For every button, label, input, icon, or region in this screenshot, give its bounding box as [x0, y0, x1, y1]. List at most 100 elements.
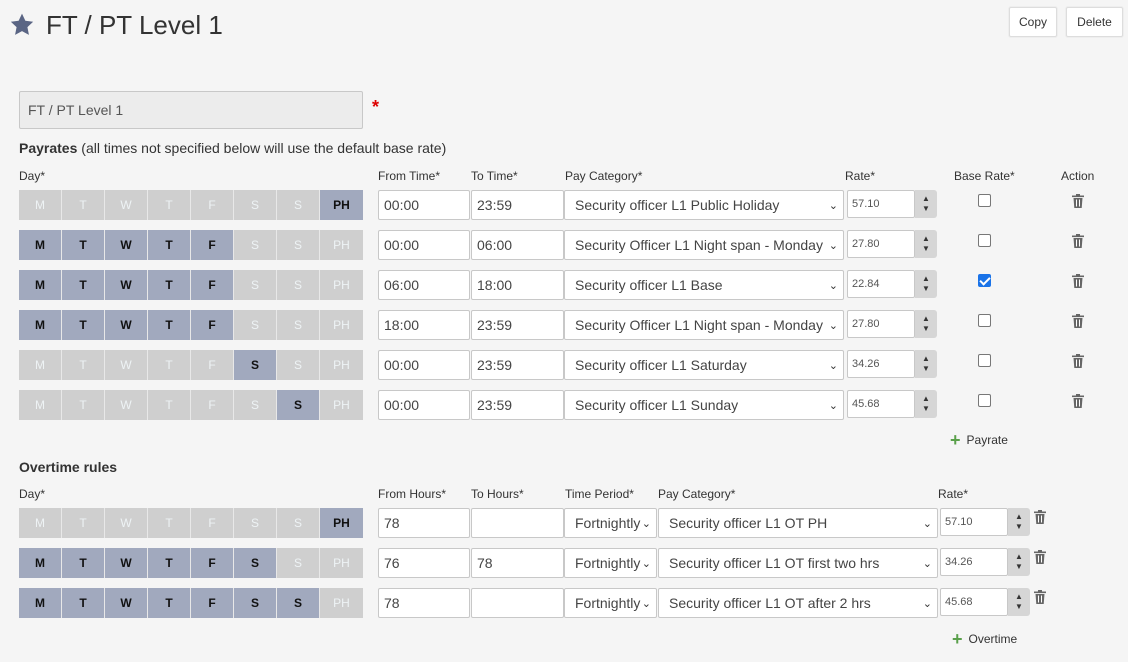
rate-stepper-icon[interactable]: ▲ ▼ — [915, 190, 937, 218]
time-period-select[interactable]: Fortnightly ⌄ — [564, 508, 657, 538]
day-toggle[interactable]: M — [19, 190, 62, 220]
day-toggle[interactable]: W — [105, 588, 148, 618]
to-time-input[interactable] — [471, 190, 564, 220]
day-toggle[interactable]: S — [277, 230, 320, 260]
pay-category-select[interactable]: Security officer L1 Public Holiday ⌄ — [564, 190, 844, 220]
day-toggle[interactable]: T — [62, 588, 105, 618]
star-icon[interactable] — [9, 12, 35, 38]
to-time-input[interactable] — [471, 350, 564, 380]
day-toggle[interactable]: PH — [320, 270, 363, 300]
day-toggle[interactable]: T — [148, 190, 191, 220]
day-toggle[interactable]: T — [62, 390, 105, 420]
day-toggle[interactable]: S — [277, 350, 320, 380]
day-toggle[interactable]: F — [191, 230, 234, 260]
rate-stepper-icon[interactable]: ▲ ▼ — [1008, 548, 1030, 576]
day-toggle[interactable]: T — [62, 190, 105, 220]
trash-icon[interactable] — [1034, 510, 1046, 524]
rate-stepper-icon[interactable]: ▲ ▼ — [1008, 588, 1030, 616]
trash-icon[interactable] — [1072, 354, 1084, 368]
rate-input[interactable]: 34.26 — [940, 548, 1008, 576]
pay-category-select[interactable]: Security officer L1 Saturday ⌄ — [564, 350, 844, 380]
rate-input[interactable]: 27.80 — [847, 310, 915, 338]
pay-category-select[interactable]: Security officer L1 Base ⌄ — [564, 270, 844, 300]
day-toggle[interactable]: S — [234, 588, 277, 618]
from-time-input[interactable] — [378, 310, 470, 340]
day-toggle[interactable]: PH — [320, 508, 363, 538]
day-toggle[interactable]: PH — [320, 230, 363, 260]
add-overtime-link[interactable]: + Overtime — [952, 630, 1017, 648]
to-time-input[interactable] — [471, 230, 564, 260]
base-rate-checkbox[interactable] — [978, 234, 991, 247]
day-toggle[interactable]: PH — [320, 390, 363, 420]
rate-stepper-icon[interactable]: ▲ ▼ — [915, 230, 937, 258]
trash-icon[interactable] — [1072, 394, 1084, 408]
from-hours-input[interactable] — [378, 548, 470, 578]
day-toggle[interactable]: T — [148, 310, 191, 340]
day-toggle[interactable]: S — [234, 390, 277, 420]
pay-category-select[interactable]: Security officer L1 OT PH ⌄ — [658, 508, 938, 538]
time-period-select[interactable]: Fortnightly ⌄ — [564, 548, 657, 578]
day-toggle[interactable]: PH — [320, 548, 363, 578]
day-toggle[interactable]: S — [277, 508, 320, 538]
day-toggle[interactable]: M — [19, 310, 62, 340]
day-toggle[interactable]: W — [105, 508, 148, 538]
day-toggle[interactable]: S — [234, 548, 277, 578]
day-toggle[interactable]: S — [277, 190, 320, 220]
day-toggle[interactable]: M — [19, 230, 62, 260]
day-toggle[interactable]: S — [277, 548, 320, 578]
day-toggle[interactable]: T — [148, 508, 191, 538]
day-toggle[interactable]: S — [234, 270, 277, 300]
rate-input[interactable]: 45.68 — [847, 390, 915, 418]
base-rate-checkbox[interactable] — [978, 354, 991, 367]
day-toggle[interactable]: W — [105, 190, 148, 220]
day-toggle[interactable]: F — [191, 350, 234, 380]
day-toggle[interactable]: F — [191, 548, 234, 578]
day-toggle[interactable]: S — [234, 310, 277, 340]
day-toggle[interactable]: S — [234, 230, 277, 260]
trash-icon[interactable] — [1072, 234, 1084, 248]
day-toggle[interactable]: T — [62, 548, 105, 578]
from-time-input[interactable] — [378, 270, 470, 300]
pay-category-select[interactable]: Security officer L1 Sunday ⌄ — [564, 390, 844, 420]
pay-category-select[interactable]: Security Officer L1 Night span - Monday ⌄ — [564, 310, 844, 340]
rate-stepper-icon[interactable]: ▲ ▼ — [915, 310, 937, 338]
day-toggle[interactable]: S — [277, 390, 320, 420]
day-toggle[interactable]: M — [19, 588, 62, 618]
time-period-select[interactable]: Fortnightly ⌄ — [564, 588, 657, 618]
day-toggle[interactable]: W — [105, 270, 148, 300]
day-toggle[interactable]: T — [62, 508, 105, 538]
to-hours-input[interactable] — [471, 508, 564, 538]
rate-input[interactable]: 57.10 — [847, 190, 915, 218]
day-toggle[interactable]: PH — [320, 310, 363, 340]
day-toggle[interactable]: F — [191, 390, 234, 420]
rate-stepper-icon[interactable]: ▲ ▼ — [1008, 508, 1030, 536]
to-hours-input[interactable] — [471, 588, 564, 618]
day-toggle[interactable]: S — [277, 588, 320, 618]
day-toggle[interactable]: T — [148, 390, 191, 420]
day-toggle[interactable]: M — [19, 548, 62, 578]
delete-button[interactable]: Delete — [1066, 7, 1123, 37]
day-toggle[interactable]: PH — [320, 190, 363, 220]
day-toggle[interactable]: S — [234, 508, 277, 538]
to-hours-input[interactable] — [471, 548, 564, 578]
copy-button[interactable]: Copy — [1009, 7, 1057, 37]
day-toggle[interactable]: F — [191, 310, 234, 340]
rate-stepper-icon[interactable]: ▲ ▼ — [915, 350, 937, 378]
day-toggle[interactable]: W — [105, 548, 148, 578]
day-toggle[interactable]: PH — [320, 350, 363, 380]
day-toggle[interactable]: S — [234, 190, 277, 220]
day-toggle[interactable]: S — [234, 350, 277, 380]
rate-input[interactable]: 57.10 — [940, 508, 1008, 536]
pay-category-select[interactable]: Security officer L1 OT after 2 hrs ⌄ — [658, 588, 938, 618]
rate-input[interactable]: 45.68 — [940, 588, 1008, 616]
rate-input[interactable]: 27.80 — [847, 230, 915, 258]
day-toggle[interactable]: M — [19, 270, 62, 300]
day-toggle[interactable]: T — [62, 270, 105, 300]
add-payrate-link[interactable]: + Payrate — [950, 431, 1008, 449]
day-toggle[interactable]: T — [148, 548, 191, 578]
day-toggle[interactable]: T — [62, 310, 105, 340]
day-toggle[interactable]: T — [62, 230, 105, 260]
day-toggle[interactable]: W — [105, 350, 148, 380]
from-hours-input[interactable] — [378, 508, 470, 538]
rate-stepper-icon[interactable]: ▲ ▼ — [915, 390, 937, 418]
